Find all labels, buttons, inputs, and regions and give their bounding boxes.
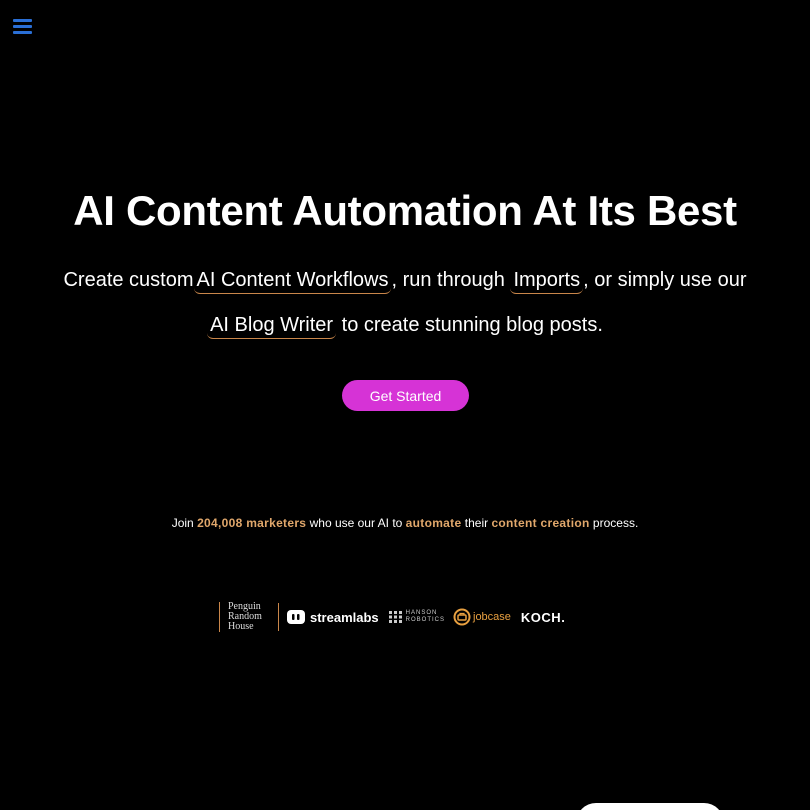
social-proof-text: Join 204,008 marketers who use our AI to…	[0, 516, 810, 530]
hanson-robotics-icon	[388, 611, 402, 623]
hero-subtitle-text: to create stunning blog posts.	[336, 314, 603, 336]
jobcase-logo: jobcase	[453, 608, 511, 626]
penguin-random-house-logo: Penguin Random House	[219, 602, 272, 632]
join-text: who use our AI to	[306, 516, 406, 530]
hamburger-menu-icon[interactable]	[13, 19, 32, 35]
automate-highlight: automate	[405, 516, 462, 530]
hero-subtitle-text: , run through	[391, 269, 511, 291]
hero-title: AI Content Automation At Its Best	[73, 187, 737, 234]
marketer-count: 204,008 marketers	[197, 516, 307, 530]
logo-text: House	[228, 621, 254, 632]
hanson-robotics-logo: HANSON ROBOTICS	[388, 610, 445, 624]
hero-subtitle: Create custom AI Content Workflows, run t…	[22, 258, 788, 348]
logo-text: HANSON	[405, 610, 438, 616]
content-creation-highlight: content creation	[491, 516, 590, 530]
join-text: process.	[589, 516, 639, 530]
ai-content-workflows-link[interactable]: AI Content Workflows	[193, 267, 392, 294]
chat-widget-button[interactable]	[576, 803, 724, 810]
get-started-button[interactable]: Get Started	[342, 380, 469, 411]
streamlabs-icon	[287, 610, 305, 624]
streamlabs-logo: streamlabs	[286, 609, 379, 625]
logo-text: jobcase	[473, 611, 511, 623]
hero-subtitle-text: Create custom	[63, 269, 194, 291]
join-text: their	[461, 516, 492, 530]
join-text: Join	[171, 516, 198, 530]
ai-blog-writer-link[interactable]: AI Blog Writer	[207, 312, 337, 339]
hero-subtitle-text: , or simply use our	[583, 269, 747, 291]
customer-logos: Penguin Random House streamlabs HANSON R…	[219, 601, 565, 633]
logo-text: ROBOTICS	[405, 617, 445, 623]
imports-link[interactable]: Imports	[510, 267, 584, 294]
logo-text: streamlabs	[310, 609, 379, 625]
koch-logo: KOCH.	[520, 609, 566, 625]
jobcase-icon	[453, 608, 471, 626]
logo-divider	[278, 603, 279, 631]
